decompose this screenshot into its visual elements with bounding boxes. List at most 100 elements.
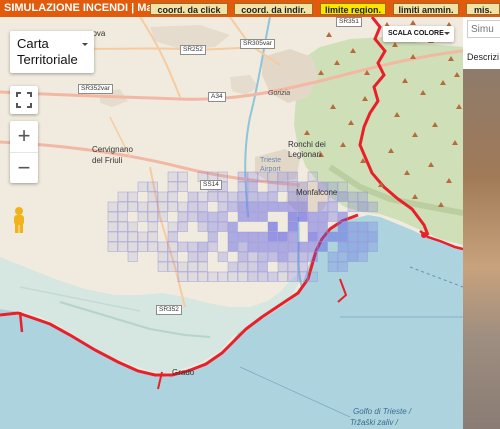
fire-risk-cell (177, 211, 188, 222)
fire-risk-cell (267, 241, 278, 252)
fire-risk-cell (337, 191, 348, 202)
fire-risk-cell (347, 241, 358, 252)
fire-risk-cell (357, 241, 368, 252)
fire-risk-cell (187, 261, 198, 272)
fire-risk-cell (247, 271, 258, 282)
sea-label-2: Tržaški zaliv / (350, 418, 398, 427)
fire-risk-cell (337, 231, 348, 242)
fire-risk-cell (197, 271, 208, 282)
fire-risk-cell (107, 231, 118, 242)
fire-risk-cell (217, 251, 228, 262)
side-panel: Descrizi (463, 17, 500, 429)
fire-risk-cell (207, 221, 218, 232)
fire-risk-cell (357, 231, 368, 242)
fire-risk-cell (187, 271, 198, 282)
map-type-selector[interactable]: Carta Territoriale (10, 31, 94, 73)
fire-risk-cell (277, 171, 288, 182)
fire-risk-cell (297, 271, 308, 282)
fire-risk-cell (267, 231, 278, 242)
road-shield-sr252: SR252 (180, 45, 206, 55)
fire-risk-cell (297, 241, 308, 252)
fire-risk-cell (327, 251, 338, 262)
fire-risk-cell (197, 201, 208, 212)
fire-risk-cell (317, 231, 328, 242)
street-view-pegman[interactable] (9, 206, 29, 234)
fire-risk-cell (367, 221, 378, 232)
fire-risk-cell (147, 221, 158, 232)
fire-risk-cell (217, 271, 228, 282)
fire-risk-cell (337, 181, 348, 192)
fire-risk-cell (147, 191, 158, 202)
fire-risk-cell (267, 251, 278, 262)
fire-risk-cell (307, 241, 318, 252)
fire-risk-cell (127, 251, 138, 262)
place-label-ronchi-2: Legionari (288, 150, 321, 159)
fire-risk-cell (137, 231, 148, 242)
color-scale-select[interactable]: SCALA COLORE (383, 26, 454, 42)
fire-risk-cell (287, 221, 298, 232)
map-type-label-1: Carta (17, 36, 49, 51)
road-shield-a34: A34 (208, 92, 226, 102)
coord-from-address-button[interactable]: coord. da indir. (234, 3, 313, 15)
place-label-ronchi-1: Ronchi dei (288, 140, 326, 149)
admin-borders-button[interactable]: limiti ammin. (393, 3, 459, 15)
fire-risk-cell (117, 221, 128, 232)
fullscreen-button[interactable] (10, 86, 38, 114)
fire-risk-cell (147, 241, 158, 252)
fire-risk-cell (347, 201, 358, 212)
fire-risk-cell (307, 171, 318, 182)
fire-risk-cell (197, 261, 208, 272)
fire-risk-cell (267, 171, 278, 182)
fire-risk-cell (257, 271, 268, 282)
fire-risk-cell (297, 251, 308, 262)
fire-risk-cell (337, 211, 348, 222)
fire-risk-cell (247, 261, 258, 272)
fire-risk-cell (277, 231, 288, 242)
road-shield-ss14: SS14 (200, 180, 222, 190)
zoom-in-button[interactable]: + (10, 121, 38, 152)
fire-risk-cell (217, 221, 228, 232)
fire-risk-cell (167, 251, 178, 262)
fire-risk-cell (317, 241, 328, 252)
sea-label-1: Golfo di Trieste / (353, 407, 412, 416)
fire-risk-cell (287, 171, 298, 182)
fire-risk-cell (267, 181, 278, 192)
regional-border-button[interactable]: limite region. (320, 3, 386, 15)
fire-risk-cell (287, 201, 298, 212)
map-canvas[interactable]: nova Gorizia Ronchi dei Legionari Triest… (0, 17, 463, 429)
fire-risk-cell (357, 221, 368, 232)
fire-risk-cell (207, 231, 218, 242)
fire-risk-cell (257, 191, 268, 202)
fire-risk-cell (257, 211, 268, 222)
fire-risk-cell (127, 221, 138, 232)
road-shield-sr352: SR352 (156, 305, 182, 315)
fire-risk-cell (327, 261, 338, 272)
fire-risk-cell (207, 211, 218, 222)
fire-risk-cell (357, 191, 368, 202)
fire-risk-cell (127, 191, 138, 202)
place-label-cervignano-1: Cervignano (92, 145, 133, 154)
fire-risk-cell (247, 181, 258, 192)
coord-from-click-button[interactable]: coord. da click (150, 3, 228, 15)
fire-risk-cell (337, 241, 348, 252)
fire-risk-cell (247, 171, 258, 182)
fire-risk-cell (267, 201, 278, 212)
simulation-search-input[interactable] (467, 20, 500, 38)
road-shield-sr352var: SR352var (78, 84, 113, 94)
fire-risk-cell (277, 251, 288, 262)
fire-risk-cell (207, 241, 218, 252)
chevron-down-icon (82, 43, 88, 46)
fire-risk-cell (307, 211, 318, 222)
fire-risk-cell (287, 251, 298, 262)
fire-risk-cell (137, 211, 148, 222)
zoom-out-button[interactable]: − (10, 152, 38, 184)
description-label: Descrizi (467, 52, 500, 62)
fire-risk-cell (137, 201, 148, 212)
measure-button[interactable]: mis. (466, 3, 500, 15)
fire-risk-cell (317, 211, 328, 222)
fire-risk-cell (107, 201, 118, 212)
fire-risk-cell (187, 241, 198, 252)
fire-risk-cell (307, 231, 318, 242)
fire-risk-cell (157, 191, 168, 202)
fullscreen-icon (16, 92, 32, 108)
